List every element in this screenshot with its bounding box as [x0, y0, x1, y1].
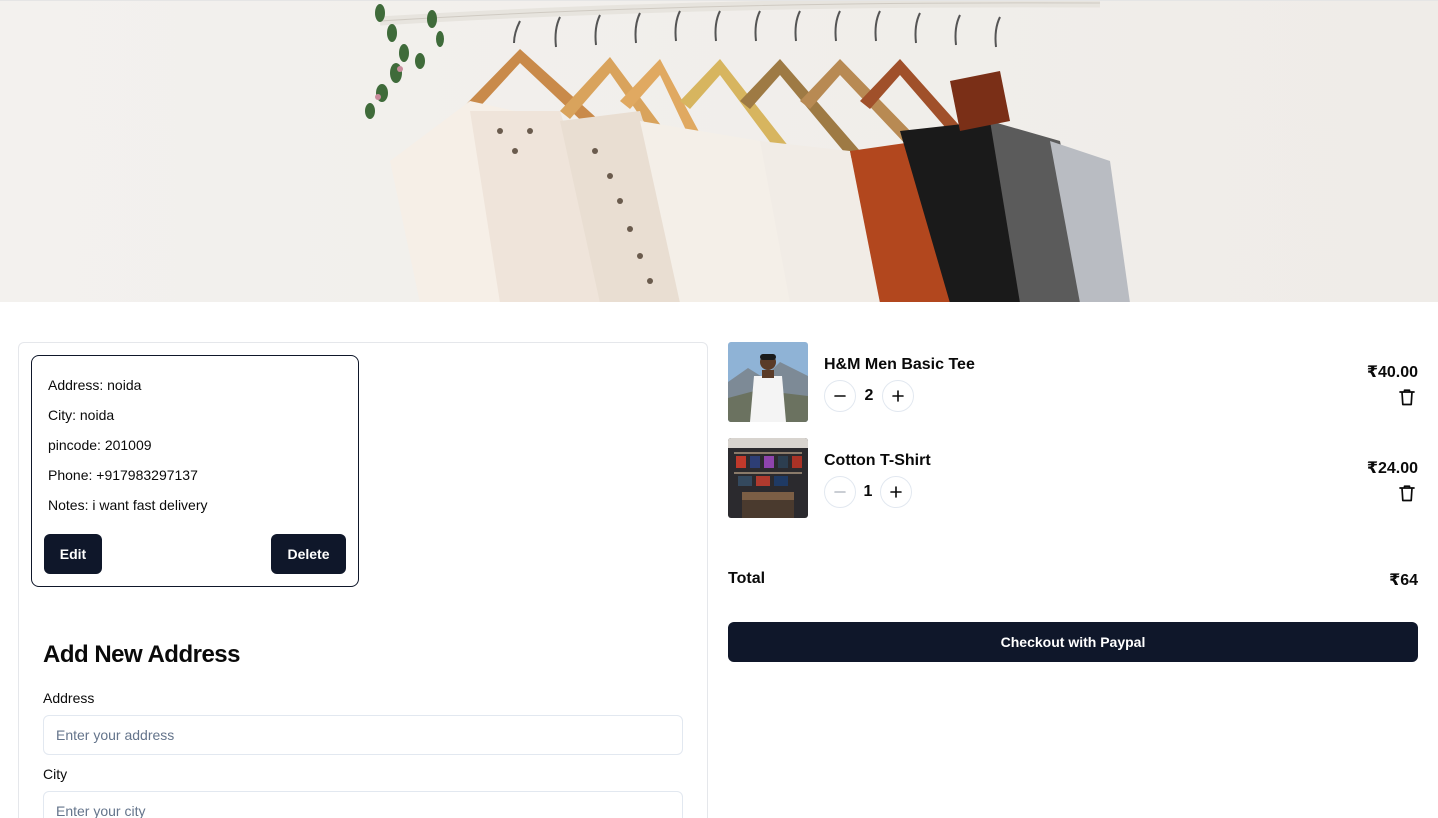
- city-input[interactable]: [43, 791, 683, 818]
- saved-address-card: Address: noida City: noida pincode: 2010…: [31, 355, 359, 587]
- product-price: ₹24.00: [1366, 460, 1418, 477]
- trash-icon: [1399, 485, 1415, 502]
- city-line: City: noida: [48, 407, 115, 423]
- trash-icon: [1399, 389, 1415, 406]
- total-label: Total: [728, 570, 766, 587]
- remove-item-button[interactable]: [1398, 388, 1416, 406]
- hero-banner-image: [0, 0, 1438, 302]
- address-line: Address: noida: [48, 377, 142, 393]
- total-value: ₹64: [1389, 572, 1418, 589]
- product-name: Cotton T-Shirt: [824, 452, 931, 469]
- edit-address-button[interactable]: Edit: [44, 534, 102, 574]
- minus-icon: [834, 395, 846, 397]
- city-field-label: City: [43, 766, 68, 782]
- product-name: H&M Men Basic Tee: [824, 356, 975, 373]
- product-image: [728, 438, 808, 518]
- minus-icon: [834, 491, 846, 493]
- decrease-quantity-button[interactable]: [824, 380, 856, 412]
- pincode-line: pincode: 201009: [48, 437, 152, 453]
- product-image: [728, 342, 808, 422]
- address-panel: Address: noida City: noida pincode: 2010…: [18, 342, 708, 818]
- product-price: ₹40.00: [1366, 364, 1418, 381]
- plus-icon: [892, 390, 904, 402]
- plus-icon: [890, 486, 902, 498]
- phone-line: Phone: +917983297137: [48, 467, 198, 483]
- quantity-value: 1: [863, 483, 873, 500]
- quantity-value: 2: [864, 387, 874, 404]
- add-address-title: Add New Address: [43, 641, 240, 668]
- increase-quantity-button[interactable]: [882, 380, 914, 412]
- delete-address-button[interactable]: Delete: [271, 534, 346, 574]
- increase-quantity-button[interactable]: [880, 476, 912, 508]
- address-field-label: Address: [43, 690, 95, 706]
- remove-item-button[interactable]: [1398, 484, 1416, 502]
- cart-item: H&M Men Basic Tee 2 ₹40.00: [728, 342, 1418, 422]
- cart-item: Cotton T-Shirt 1 ₹24.00: [728, 438, 1418, 518]
- address-input[interactable]: [43, 715, 683, 755]
- notes-line: Notes: i want fast delivery: [48, 497, 208, 513]
- checkout-paypal-button[interactable]: Checkout with Paypal: [728, 622, 1418, 662]
- decrease-quantity-button[interactable]: [824, 476, 856, 508]
